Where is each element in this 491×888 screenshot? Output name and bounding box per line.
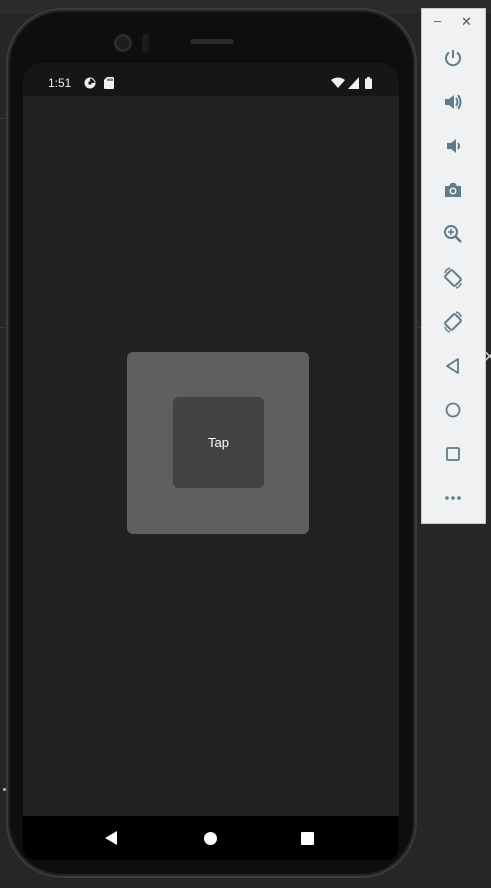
wifi-icon bbox=[331, 76, 345, 94]
more-icon[interactable] bbox=[439, 484, 467, 512]
zoom-icon[interactable] bbox=[439, 220, 467, 248]
minimize-icon[interactable]: – bbox=[434, 13, 441, 28]
data-saver-icon bbox=[84, 76, 96, 94]
recents-icon[interactable] bbox=[301, 832, 314, 845]
back-icon[interactable] bbox=[439, 352, 467, 380]
volume-up-icon[interactable] bbox=[439, 88, 467, 116]
status-time: 1:51 bbox=[48, 76, 72, 90]
home-icon[interactable] bbox=[204, 832, 217, 845]
tap-button[interactable]: Tap bbox=[173, 397, 264, 488]
battery-icon bbox=[365, 76, 372, 94]
volume-down-icon[interactable] bbox=[439, 132, 467, 160]
close-icon[interactable]: ✕ bbox=[461, 14, 472, 30]
status-bar: 1:51 bbox=[23, 63, 399, 96]
home-icon[interactable] bbox=[439, 396, 467, 424]
camera-icon[interactable] bbox=[439, 176, 467, 204]
power-icon[interactable] bbox=[439, 44, 467, 72]
phone-frame: 1:51 Tap bbox=[8, 10, 415, 876]
overview-icon[interactable] bbox=[439, 440, 467, 468]
sd-card-icon bbox=[104, 76, 114, 94]
emulator-toolbar: – ✕ bbox=[421, 8, 486, 524]
earpiece-speaker bbox=[190, 39, 234, 44]
ide-dot bbox=[3, 788, 6, 791]
proximity-sensor bbox=[142, 33, 149, 53]
signal-icon bbox=[348, 76, 359, 94]
back-icon[interactable] bbox=[105, 831, 117, 845]
outer-container: Tap bbox=[127, 352, 309, 534]
rotate-left-icon[interactable] bbox=[439, 264, 467, 292]
device-screen: 1:51 Tap bbox=[23, 63, 399, 860]
rotate-right-icon[interactable] bbox=[439, 308, 467, 336]
front-camera bbox=[114, 34, 132, 52]
navigation-bar bbox=[23, 816, 399, 860]
